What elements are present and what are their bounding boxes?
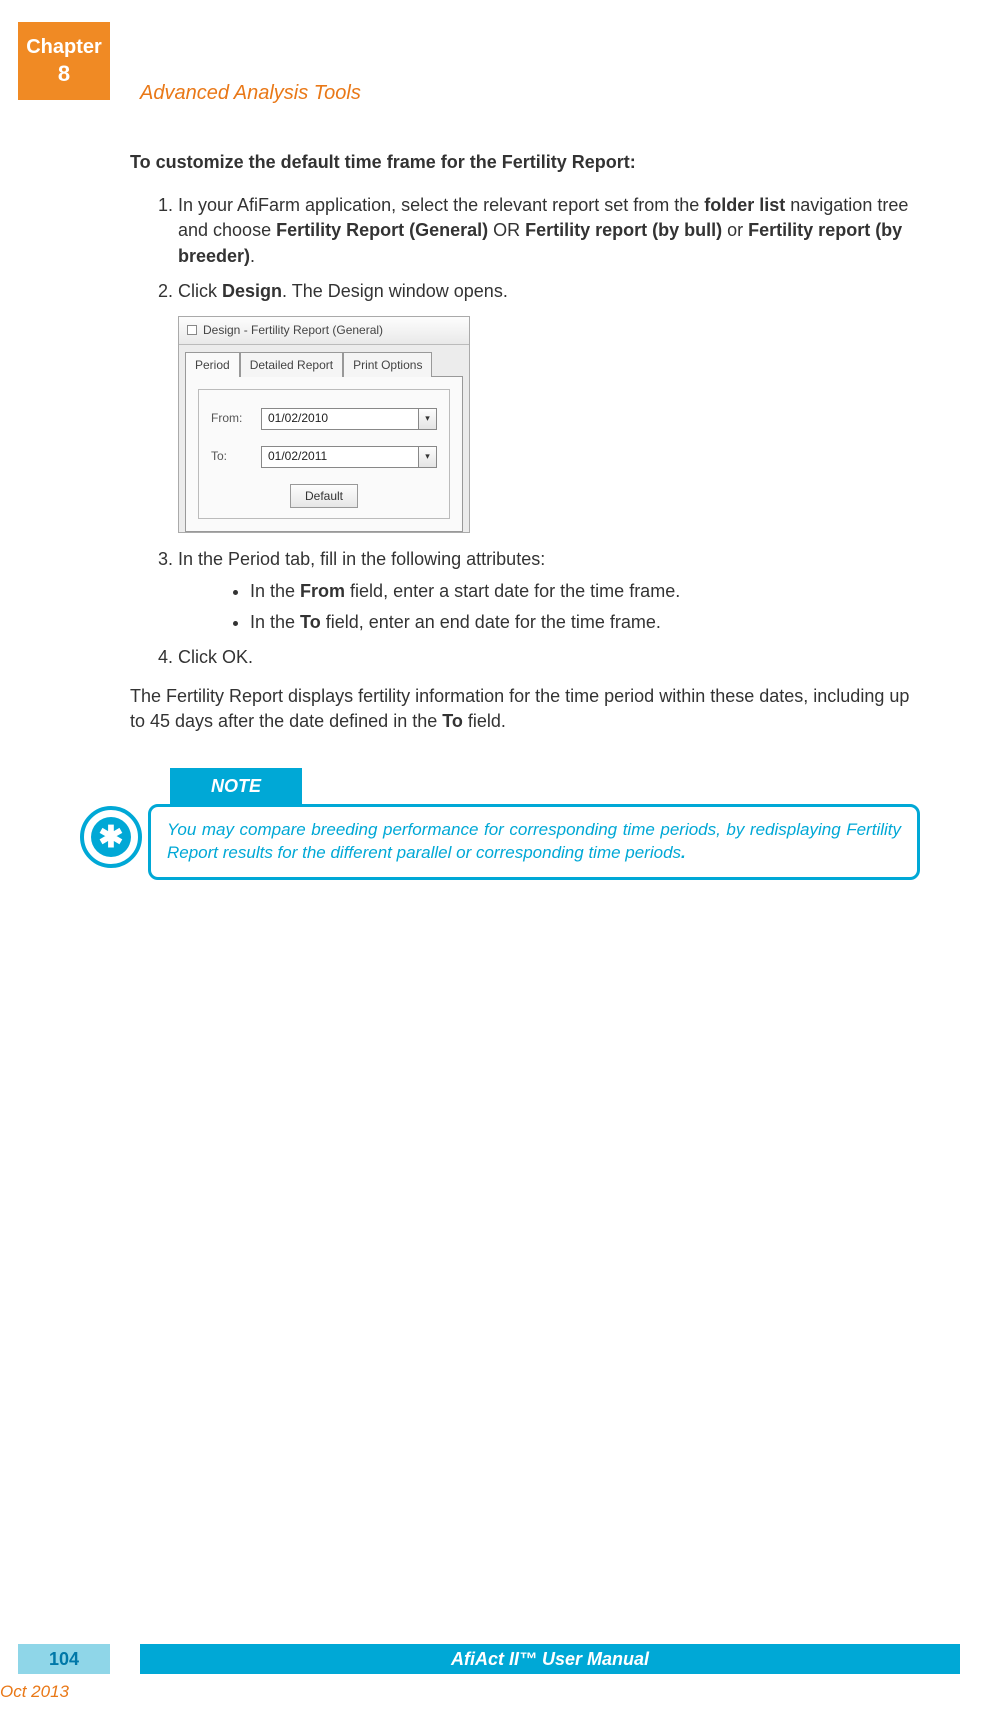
tab-print-options[interactable]: Print Options	[343, 352, 432, 377]
dialog-titlebar: Design - Fertility Report (General)	[179, 317, 469, 345]
step-4: Click OK.	[178, 645, 910, 670]
step-3-bullet-1: In the From field, enter a start date fo…	[250, 579, 910, 604]
to-label: To:	[211, 448, 261, 465]
default-button[interactable]: Default	[290, 484, 358, 509]
from-label: From:	[211, 410, 261, 427]
note-block: NOTE ✱ You may compare breeding performa…	[80, 768, 920, 880]
to-date-value: 01/02/2011	[262, 448, 418, 465]
note-label: NOTE	[170, 768, 302, 804]
asterisk-icon: ✱	[80, 806, 142, 868]
window-icon	[187, 325, 197, 335]
design-dialog-screenshot: Design - Fertility Report (General) Peri…	[178, 316, 470, 533]
chapter-tab: Chapter 8	[18, 22, 110, 100]
to-date-input[interactable]: 01/02/2011	[261, 446, 437, 468]
tab-period[interactable]: Period	[185, 352, 240, 377]
from-row: From: 01/02/2010	[211, 408, 437, 430]
step-2: Click Design. The Design window opens. D…	[178, 279, 910, 534]
from-date-value: 01/02/2010	[262, 410, 418, 427]
dialog-title-text: Design - Fertility Report (General)	[203, 322, 383, 339]
tab-detailed-report[interactable]: Detailed Report	[240, 352, 343, 377]
manual-title: AfiAct II™ User Manual	[140, 1644, 960, 1674]
from-date-input[interactable]: 01/02/2010	[261, 408, 437, 430]
step-1: In your AfiFarm application, select the …	[178, 193, 910, 269]
step-3: In the Period tab, fill in the following…	[178, 547, 910, 635]
result-paragraph: The Fertility Report displays fertility …	[130, 684, 910, 734]
chevron-down-icon[interactable]	[418, 447, 436, 467]
section-title: Advanced Analysis Tools	[140, 82, 361, 105]
page-number: 104	[18, 1644, 110, 1674]
procedure-heading: To customize the default time frame for …	[130, 150, 910, 175]
dialog-tabs: Period Detailed Report Print Options	[185, 351, 463, 376]
step-3-bullet-2: In the To field, enter an end date for t…	[250, 610, 910, 635]
footer-date: Oct 2013	[0, 1682, 69, 1702]
note-text: You may compare breeding performance for…	[148, 804, 920, 880]
content-area: To customize the default time frame for …	[130, 150, 910, 734]
chapter-label: Chapter	[18, 36, 110, 59]
page-footer: 104 AfiAct II™ User Manual Oct 2013	[18, 1644, 960, 1674]
chevron-down-icon[interactable]	[418, 409, 436, 429]
period-fieldset: From: 01/02/2010 To: 01/02/2011	[198, 389, 450, 520]
dialog-body: From: 01/02/2010 To: 01/02/2011	[185, 376, 463, 533]
chapter-number: 8	[18, 61, 110, 87]
to-row: To: 01/02/2011	[211, 446, 437, 468]
